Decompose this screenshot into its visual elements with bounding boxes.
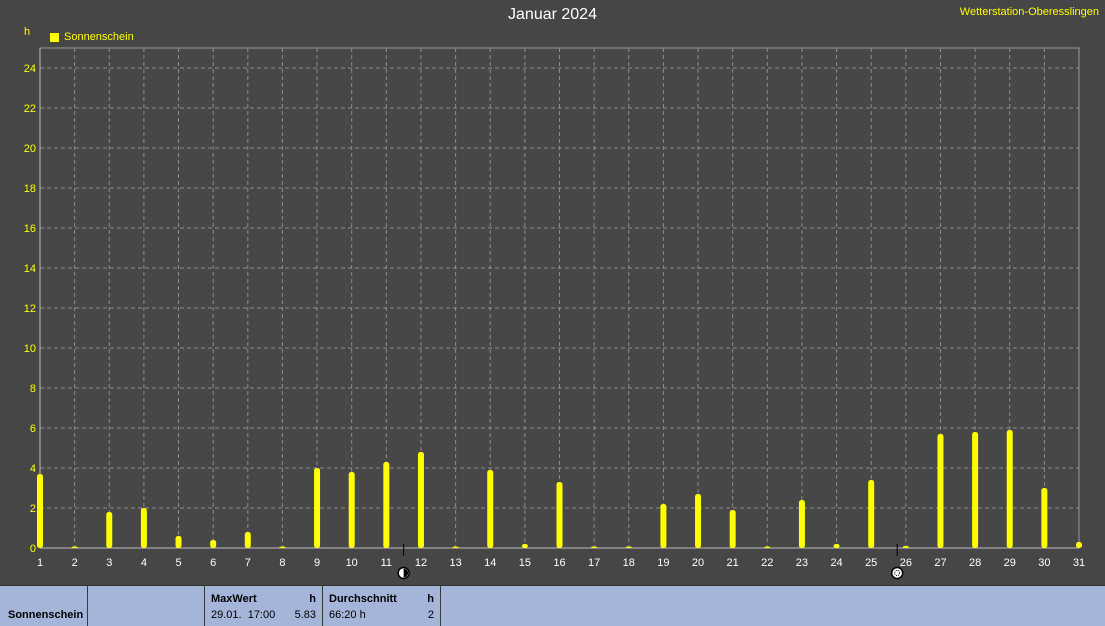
chart-title: Januar 2024	[508, 6, 597, 23]
footer-avg-value: 2	[427, 609, 434, 621]
y-tick-label: 8	[30, 383, 36, 395]
x-tick-label: 16	[553, 557, 565, 569]
y-tick-label: 12	[24, 303, 36, 315]
summary-footer: Sonnenschein MaxWert h 29.01. 17:00 5.83…	[0, 585, 1105, 626]
x-tick-label: 20	[692, 557, 704, 569]
bar	[591, 546, 598, 548]
bar	[1006, 430, 1013, 548]
x-tick-label: 29	[1004, 557, 1016, 569]
x-tick-label: 8	[279, 557, 285, 569]
bar	[625, 546, 632, 548]
y-tick-label: 18	[24, 183, 36, 195]
footer-max-value: 5.83	[294, 609, 316, 621]
bar	[279, 546, 286, 548]
bar	[972, 432, 979, 548]
chart: 0246810121416182022241 2 3 4 5 6 7 8 9 10 11 12 13 14…	[24, 47, 1085, 580]
bar	[1041, 488, 1048, 548]
x-tick-label: 11	[381, 557, 392, 569]
y-tick-label: 20	[24, 143, 36, 155]
x-tick-label: 30	[1038, 557, 1050, 569]
bar	[798, 500, 805, 548]
bar	[175, 536, 182, 548]
bar	[383, 462, 390, 548]
footer-avg-title: Durchschnitt	[329, 593, 397, 605]
x-tick-label: 6	[210, 557, 216, 569]
x-tick-label: 1	[37, 557, 43, 569]
footer-series-label: Sonnenschein	[8, 609, 84, 621]
bar	[348, 472, 355, 548]
y-tick-label: 6	[30, 423, 36, 435]
legend-label: Sonnenschein	[64, 31, 134, 43]
x-tick-label: 10	[346, 557, 358, 569]
x-tick-label: 12	[415, 557, 427, 569]
x-tick-label: 22	[761, 557, 773, 569]
footer-max-unit: h	[309, 593, 316, 605]
y-tick-label: 2	[30, 503, 36, 515]
bar	[660, 504, 667, 548]
bar	[140, 508, 147, 548]
bar	[764, 546, 771, 548]
y-tick-label: 22	[24, 103, 36, 115]
footer-avg-unit: h	[427, 593, 434, 605]
x-tick-label: 15	[519, 557, 531, 569]
x-tick-label: 31	[1073, 557, 1085, 569]
bar	[902, 546, 909, 548]
y-tick-label: 24	[24, 63, 36, 75]
bar	[729, 510, 736, 548]
bar	[314, 468, 321, 548]
footer-max-time: 29.01. 17:00	[211, 609, 276, 621]
footer-avg-cell: Durchschnitt h 66:20 h 2	[323, 586, 441, 626]
bar	[452, 546, 459, 548]
x-tick-label: 3	[106, 557, 112, 569]
x-tick-label: 25	[865, 557, 877, 569]
x-tick-label: 27	[934, 557, 946, 569]
bar	[868, 480, 875, 548]
bar	[37, 474, 43, 548]
bar	[244, 532, 251, 548]
bar	[1076, 542, 1082, 548]
bar	[417, 452, 424, 548]
footer-empty-cell	[88, 586, 205, 626]
bar	[695, 494, 702, 548]
x-tick-label: 5	[175, 557, 181, 569]
x-tick-label: 13	[449, 557, 461, 569]
x-tick-label: 19	[657, 557, 669, 569]
bar	[210, 540, 217, 548]
x-tick-label: 9	[314, 557, 320, 569]
bar	[71, 546, 78, 548]
y-tick-label: 10	[24, 343, 36, 355]
x-tick-label: 24	[830, 557, 842, 569]
x-tick-label: 18	[623, 557, 635, 569]
footer-avg-sum: 66:20 h	[329, 609, 366, 621]
bar	[937, 434, 944, 548]
x-tick-label: 21	[727, 557, 739, 569]
x-tick-label: 17	[588, 557, 600, 569]
x-tick-label: 28	[969, 557, 981, 569]
x-tick-label: 2	[72, 557, 78, 569]
footer-max-cell: MaxWert h 29.01. 17:00 5.83	[205, 586, 323, 626]
footer-series-cell: Sonnenschein	[0, 586, 88, 626]
x-tick-label: 14	[484, 557, 496, 569]
bar	[106, 512, 113, 548]
y-axis-unit: h	[24, 26, 31, 38]
bar	[556, 482, 563, 548]
station-name: Wetterstation-Oberesslingen	[959, 6, 1099, 18]
bar	[487, 470, 494, 548]
x-tick-label: 4	[141, 557, 147, 569]
y-tick-label: 4	[30, 463, 36, 475]
legend: Sonnenschein	[50, 31, 134, 43]
y-tick-label: 0	[30, 543, 36, 555]
x-tick-label: 7	[245, 557, 251, 569]
y-tick-label: 14	[24, 263, 36, 275]
x-tick-label: 26	[900, 557, 912, 569]
footer-max-title: MaxWert	[211, 593, 257, 605]
y-tick-label: 16	[24, 223, 36, 235]
bar	[521, 544, 528, 548]
x-tick-label: 23	[796, 557, 808, 569]
bar	[833, 544, 840, 548]
legend-swatch	[50, 32, 59, 42]
plot-area	[39, 47, 1080, 549]
full-moon-icon	[890, 566, 904, 580]
